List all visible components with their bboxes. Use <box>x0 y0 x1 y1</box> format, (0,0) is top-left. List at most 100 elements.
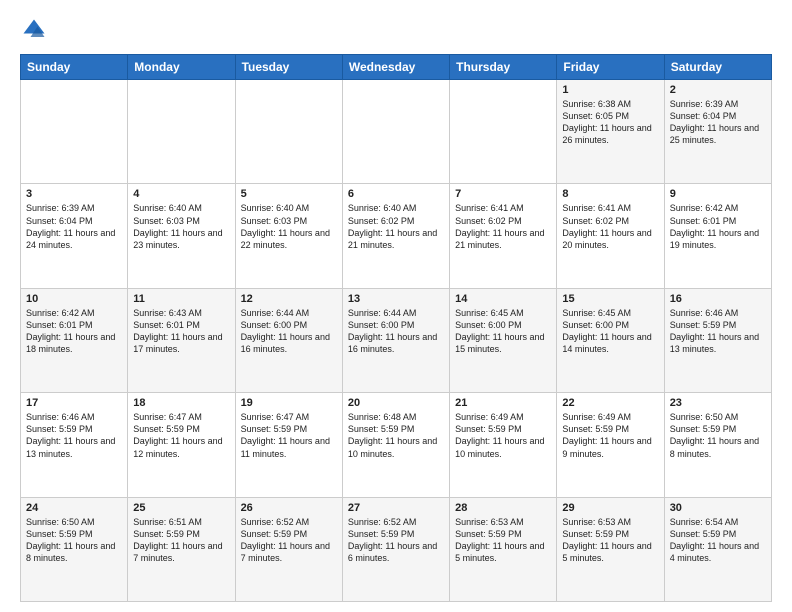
cell-info: Daylight: 11 hours and 20 minutes. <box>562 227 658 251</box>
weekday-header-sunday: Sunday <box>21 55 128 80</box>
cell-info: Sunrise: 6:53 AM <box>562 516 658 528</box>
cell-info: Sunrise: 6:46 AM <box>670 307 766 319</box>
cell-info: Daylight: 11 hours and 10 minutes. <box>455 435 551 459</box>
weekday-header-thursday: Thursday <box>450 55 557 80</box>
calendar-cell: 30Sunrise: 6:54 AMSunset: 5:59 PMDayligh… <box>664 497 771 601</box>
calendar-cell: 3 Sunrise: 6:39 AMSunset: 6:04 PMDaylight… <box>21 184 128 288</box>
cell-info: Daylight: 11 hours and 23 minutes. <box>133 227 229 251</box>
cell-info: Daylight: 11 hours and 6 minutes. <box>348 540 444 564</box>
calendar-cell <box>128 80 235 184</box>
day-number: 16 <box>670 293 766 305</box>
cell-info: Daylight: 11 hours and 22 minutes. <box>241 227 337 251</box>
day-number: 22 <box>562 397 658 409</box>
calendar-cell: 23Sunrise: 6:50 AMSunset: 5:59 PMDayligh… <box>664 393 771 497</box>
day-number: 15 <box>562 293 658 305</box>
day-number: 3 <box>26 188 122 200</box>
calendar-cell <box>450 80 557 184</box>
cell-info: Sunset: 5:59 PM <box>348 423 444 435</box>
cell-info: Sunrise: 6:40 AM <box>133 202 229 214</box>
calendar-cell: 21Sunrise: 6:49 AMSunset: 5:59 PMDayligh… <box>450 393 557 497</box>
cell-info: Sunset: 6:05 PM <box>562 110 658 122</box>
cell-info: Sunset: 5:59 PM <box>562 528 658 540</box>
calendar-cell: 25Sunrise: 6:51 AMSunset: 5:59 PMDayligh… <box>128 497 235 601</box>
day-number: 29 <box>562 502 658 514</box>
cell-info: Daylight: 11 hours and 10 minutes. <box>348 435 444 459</box>
day-number: 5 <box>241 188 337 200</box>
cell-info: Sunset: 6:02 PM <box>455 215 551 227</box>
cell-info: Sunrise: 6:47 AM <box>133 411 229 423</box>
calendar-cell: 24Sunrise: 6:50 AMSunset: 5:59 PMDayligh… <box>21 497 128 601</box>
day-number: 23 <box>670 397 766 409</box>
cell-info: Sunrise: 6:52 AM <box>241 516 337 528</box>
cell-info: Daylight: 11 hours and 25 minutes. <box>670 122 766 146</box>
cell-info: Sunset: 6:00 PM <box>348 319 444 331</box>
cell-info: Sunrise: 6:41 AM <box>562 202 658 214</box>
calendar-cell: 11Sunrise: 6:43 AMSunset: 6:01 PMDayligh… <box>128 288 235 392</box>
cell-info: Daylight: 11 hours and 5 minutes. <box>455 540 551 564</box>
cell-info: Sunrise: 6:52 AM <box>348 516 444 528</box>
cell-info: Daylight: 11 hours and 15 minutes. <box>455 331 551 355</box>
cell-info: Sunset: 6:00 PM <box>241 319 337 331</box>
day-number: 19 <box>241 397 337 409</box>
calendar-cell: 28Sunrise: 6:53 AMSunset: 5:59 PMDayligh… <box>450 497 557 601</box>
day-number: 14 <box>455 293 551 305</box>
day-number: 25 <box>133 502 229 514</box>
day-number: 13 <box>348 293 444 305</box>
day-number: 8 <box>562 188 658 200</box>
cell-info: Sunrise: 6:40 AM <box>241 202 337 214</box>
calendar-table: SundayMondayTuesdayWednesdayThursdayFrid… <box>20 54 772 602</box>
cell-info: Daylight: 11 hours and 19 minutes. <box>670 227 766 251</box>
cell-info: Daylight: 11 hours and 5 minutes. <box>562 540 658 564</box>
cell-info: Sunrise: 6:49 AM <box>455 411 551 423</box>
cell-info: Sunset: 5:59 PM <box>26 528 122 540</box>
cell-info: Sunset: 6:04 PM <box>670 110 766 122</box>
cell-info: Daylight: 11 hours and 24 minutes. <box>26 227 122 251</box>
cell-info: Sunset: 5:59 PM <box>455 423 551 435</box>
cell-info: Sunrise: 6:39 AM <box>26 202 122 214</box>
page: SundayMondayTuesdayWednesdayThursdayFrid… <box>0 0 792 612</box>
calendar-cell: 27Sunrise: 6:52 AMSunset: 5:59 PMDayligh… <box>342 497 449 601</box>
cell-info: Sunrise: 6:43 AM <box>133 307 229 319</box>
calendar-week-5: 24Sunrise: 6:50 AMSunset: 5:59 PMDayligh… <box>21 497 772 601</box>
cell-info: Sunset: 5:59 PM <box>26 423 122 435</box>
cell-info: Sunrise: 6:42 AM <box>26 307 122 319</box>
calendar-cell: 1Sunrise: 6:38 AMSunset: 6:05 PMDaylight… <box>557 80 664 184</box>
calendar-cell: 15Sunrise: 6:45 AMSunset: 6:00 PMDayligh… <box>557 288 664 392</box>
calendar-cell: 2Sunrise: 6:39 AMSunset: 6:04 PMDaylight… <box>664 80 771 184</box>
calendar-cell: 18Sunrise: 6:47 AMSunset: 5:59 PMDayligh… <box>128 393 235 497</box>
day-number: 30 <box>670 502 766 514</box>
calendar-cell: 9Sunrise: 6:42 AMSunset: 6:01 PMDaylight… <box>664 184 771 288</box>
cell-info: Daylight: 11 hours and 16 minutes. <box>348 331 444 355</box>
cell-info: Sunset: 6:04 PM <box>26 215 122 227</box>
calendar-week-4: 17Sunrise: 6:46 AMSunset: 5:59 PMDayligh… <box>21 393 772 497</box>
calendar-cell <box>21 80 128 184</box>
cell-info: Daylight: 11 hours and 13 minutes. <box>670 331 766 355</box>
calendar-cell: 16 Sunrise: 6:46 AMSunset: 5:59 PMDayligh… <box>664 288 771 392</box>
cell-info: Daylight: 11 hours and 11 minutes. <box>241 435 337 459</box>
cell-info: Daylight: 11 hours and 21 minutes. <box>348 227 444 251</box>
cell-info: Daylight: 11 hours and 16 minutes. <box>241 331 337 355</box>
day-number: 12 <box>241 293 337 305</box>
cell-info: Sunset: 6:00 PM <box>455 319 551 331</box>
day-number: 7 <box>455 188 551 200</box>
calendar-week-1: 1Sunrise: 6:38 AMSunset: 6:05 PMDaylight… <box>21 80 772 184</box>
cell-info: Sunrise: 6:50 AM <box>26 516 122 528</box>
cell-info: Sunset: 5:59 PM <box>670 319 766 331</box>
cell-info: Sunset: 6:01 PM <box>670 215 766 227</box>
cell-info: Sunset: 5:59 PM <box>133 423 229 435</box>
day-number: 6 <box>348 188 444 200</box>
calendar-week-2: 3Sunrise: 6:39 AMSunset: 6:04 PMDaylight… <box>21 184 772 288</box>
cell-info: Sunset: 6:02 PM <box>562 215 658 227</box>
cell-info: Sunset: 6:03 PM <box>241 215 337 227</box>
cell-info: Daylight: 11 hours and 21 minutes. <box>455 227 551 251</box>
cell-info: Sunset: 6:01 PM <box>133 319 229 331</box>
calendar-cell <box>342 80 449 184</box>
cell-info: Sunrise: 6:53 AM <box>455 516 551 528</box>
cell-info: Daylight: 11 hours and 9 minutes. <box>562 435 658 459</box>
cell-info: Daylight: 11 hours and 8 minutes. <box>26 540 122 564</box>
calendar-header-row: SundayMondayTuesdayWednesdayThursdayFrid… <box>21 55 772 80</box>
cell-info: Sunrise: 6:50 AM <box>670 411 766 423</box>
day-number: 10 <box>26 293 122 305</box>
cell-info: Sunset: 5:59 PM <box>670 528 766 540</box>
cell-info: Sunrise: 6:39 AM <box>670 98 766 110</box>
